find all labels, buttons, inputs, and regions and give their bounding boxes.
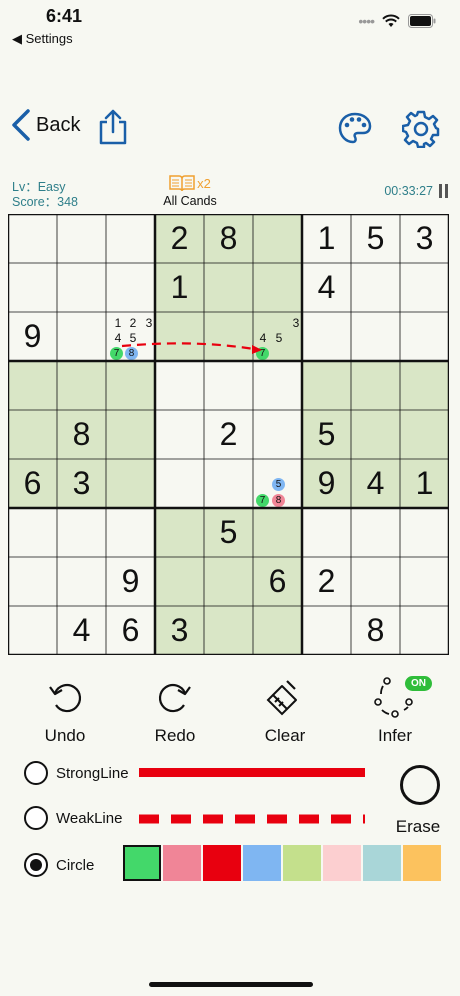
theme-palette-button[interactable] [338,112,372,149]
status-time: 6:41 [46,6,83,26]
color-swatch[interactable] [283,845,321,881]
signal-dots-icon: •••• [358,13,375,29]
strong-line-label: StrongLine [56,764,129,782]
weak-line-radio[interactable] [24,806,48,830]
weak-link-arrowhead [252,345,262,354]
color-swatch[interactable] [403,845,441,881]
erase-label: Erase [395,817,441,836]
timer: 00:33:27 [384,184,433,198]
color-swatch[interactable] [363,845,401,881]
back-button[interactable]: Back [10,108,80,142]
settings-button[interactable] [401,110,440,153]
redo-label: Redo [154,726,196,745]
home-indicator [149,982,313,987]
color-swatch[interactable] [323,845,361,881]
weak-line-preview [139,814,365,824]
share-icon [99,109,127,145]
weak-line-option[interactable]: WeakLine [24,806,122,830]
infer-button[interactable]: ON Infer [355,676,435,746]
undo-label: Undo [44,726,86,745]
circle-label: Circle [56,856,95,874]
undo-icon [49,683,82,713]
color-swatch[interactable] [203,845,241,881]
gear-icon [401,110,440,149]
weak-line-label: WeakLine [56,809,123,827]
color-swatch[interactable] [123,845,161,881]
color-swatch[interactable] [243,845,281,881]
color-swatch[interactable] [163,845,201,881]
clear-label: Clear [264,726,306,745]
hint-multiplier: x2 [197,175,211,191]
back-label: Back [36,113,81,136]
level-score: Lv：Easy Score：348 [12,180,78,210]
wifi-icon [382,14,400,27]
strong-line-radio[interactable] [24,761,48,785]
level-label: Lv：Easy [12,180,66,194]
mode-label: All Cands [163,194,217,208]
infer-label: Infer [377,726,413,745]
clear-button[interactable]: Clear [245,676,325,746]
undo-button[interactable]: Undo [25,676,105,746]
timer-area: 00:33:27 [384,184,448,198]
weak-link-line [121,342,261,352]
erase-button[interactable]: Erase [396,765,444,837]
circle-option[interactable]: Circle [24,853,94,877]
score-label: Score：348 [12,195,79,209]
status-icons: •••• [358,13,436,29]
erase-circle-icon [400,765,440,805]
broom-icon [266,680,297,716]
infer-on-badge[interactable]: ON [405,676,432,691]
sudoku-board[interactable]: 281531498256394159624638 1 2 3 4 5 7 8 3… [8,214,449,655]
pause-icon[interactable] [439,184,448,198]
candidates-mode-toggle[interactable]: x2 All Cands [160,174,220,208]
battery-icon [408,14,436,28]
book-icon [169,175,195,192]
palette-icon [338,112,372,144]
strong-line-preview [139,768,365,777]
back-to-settings-link[interactable]: ◀ Settings [12,31,73,47]
strong-line-option[interactable]: StrongLine [24,761,129,785]
circle-radio[interactable] [24,853,48,877]
chevron-left-icon [12,109,30,141]
share-button[interactable] [96,108,130,151]
redo-button[interactable]: Redo [135,676,215,746]
board-grid-lines [8,214,449,655]
redo-icon [158,683,191,713]
